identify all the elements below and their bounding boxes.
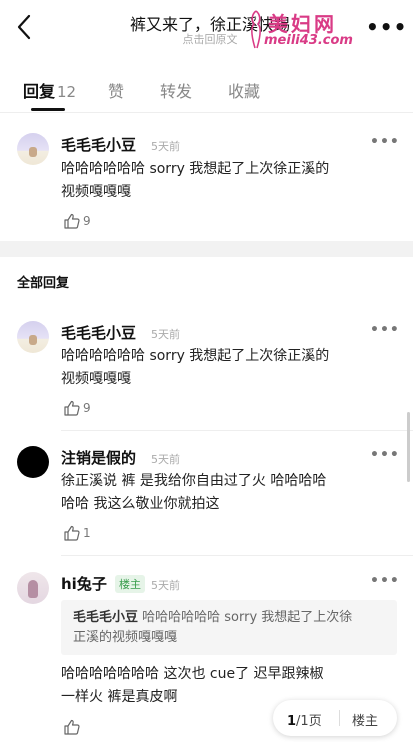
tab-label: 赞: [108, 82, 125, 101]
watermark-url: meili43.com: [264, 33, 353, 48]
active-tab-indicator: [31, 108, 65, 111]
reply-text-line: 视频嘎嘎嘎: [61, 371, 131, 387]
section-separator: [0, 241, 413, 257]
more-options-button[interactable]: •••: [366, 15, 407, 39]
more-horizontal-icon: •••: [370, 134, 400, 150]
reply-text-line: 哈哈哈哈哈哈 sorry 我想起了上次徐正溪的: [61, 348, 330, 364]
quoted-reply-text: 毛毛毛小豆 哈哈哈哈哈哈 sorry 我想起了上次徐 正溪的视频嘎嘎嘎: [73, 608, 391, 648]
tab-bar: 回复 12 赞 转发 收藏: [0, 68, 413, 113]
top-bar: 裤又来了，徐正溪快踢 点击回原文 美妇网 meili43.com •••: [0, 0, 413, 58]
quoted-username: 毛毛毛小豆: [73, 610, 139, 625]
reply-text-line: 徐正溪说 裤 是我给你自由过了火 哈哈哈哈: [61, 473, 327, 489]
comment-time: 5天前: [151, 140, 180, 153]
reply-text-line: 一样火 裤是真皮啊: [61, 689, 178, 705]
thumbs-up-icon: [64, 719, 80, 735]
reply-more-button[interactable]: •••: [370, 322, 400, 338]
quoted-text-line: 哈哈哈哈哈哈 sorry 我想起了上次徐: [142, 610, 353, 625]
chevron-left-icon: [17, 14, 31, 40]
avatar[interactable]: [17, 321, 49, 353]
more-horizontal-icon: •••: [370, 447, 400, 463]
watermark-logo: 美妇网 meili43.com: [246, 8, 362, 52]
tab-reposts[interactable]: 转发: [160, 78, 192, 102]
reply-more-button[interactable]: •••: [370, 447, 400, 463]
reply-text-line: 哈哈哈哈哈哈哈 这次也 cue了 迟早跟辣椒: [61, 666, 324, 682]
tab-count: 12: [57, 83, 77, 101]
tab-favorites[interactable]: 收藏: [228, 78, 260, 102]
like-count: 1: [83, 526, 91, 540]
comment-more-button[interactable]: •••: [370, 134, 400, 150]
like-button[interactable]: [63, 718, 103, 736]
avatar[interactable]: [17, 446, 49, 478]
tab-label: 转发: [160, 82, 193, 101]
comment-text-line: 视频嘎嘎嘎: [61, 184, 131, 200]
divider: [61, 430, 413, 431]
op-badge: 楼主: [115, 575, 145, 593]
scrollbar[interactable]: [407, 412, 410, 482]
reply-time: 5天前: [151, 453, 180, 466]
back-button[interactable]: [14, 12, 38, 42]
thumbs-up-icon: [64, 400, 80, 416]
pager-divider: [339, 710, 340, 726]
tab-replies[interactable]: 回复 12: [23, 78, 76, 102]
like-button[interactable]: 1: [63, 524, 103, 542]
total-pages: /1页: [296, 714, 322, 729]
watermark-figure-icon: [250, 10, 262, 49]
reply-more-button[interactable]: •••: [370, 573, 400, 589]
comment-text-line: 哈哈哈哈哈哈 sorry 我想起了上次徐正溪的: [61, 161, 330, 177]
avatar[interactable]: [17, 572, 49, 604]
more-horizontal-icon: •••: [366, 15, 408, 39]
like-button[interactable]: 9: [63, 212, 103, 230]
reply-username[interactable]: 注销是假的: [61, 447, 136, 468]
reply-time: 5天前: [151, 579, 180, 592]
avatar[interactable]: [17, 133, 49, 165]
divider: [61, 555, 413, 556]
more-horizontal-icon: •••: [370, 573, 400, 589]
comment-username[interactable]: 毛毛毛小豆: [61, 134, 136, 155]
tab-label: 回复: [23, 82, 56, 101]
like-count: 9: [83, 214, 91, 228]
reply-time: 5天前: [151, 328, 180, 341]
thumbs-up-icon: [64, 213, 80, 229]
page-indicator-button[interactable]: 1/1页: [287, 710, 322, 729]
like-button[interactable]: 9: [63, 399, 103, 417]
pager: 1/1页 楼主: [273, 700, 397, 736]
more-horizontal-icon: •••: [370, 322, 400, 338]
tab-likes[interactable]: 赞: [108, 78, 124, 102]
quoted-reply[interactable]: 毛毛毛小豆 哈哈哈哈哈哈 sorry 我想起了上次徐 正溪的视频嘎嘎嘎: [61, 600, 397, 655]
reply-text-line: 哈哈 我这么敬业你就拍这: [61, 496, 220, 512]
like-count: 9: [83, 401, 91, 415]
section-title: 全部回复: [17, 276, 70, 291]
reply-username[interactable]: 毛毛毛小豆: [61, 322, 136, 343]
quoted-text-line: 正溪的视频嘎嘎嘎: [73, 630, 178, 645]
reply-username[interactable]: hi兔子: [61, 573, 107, 594]
tab-label: 收藏: [228, 82, 261, 101]
thumbs-up-icon: [64, 525, 80, 541]
current-page: 1: [287, 714, 297, 729]
host-only-button[interactable]: 楼主: [352, 710, 378, 729]
